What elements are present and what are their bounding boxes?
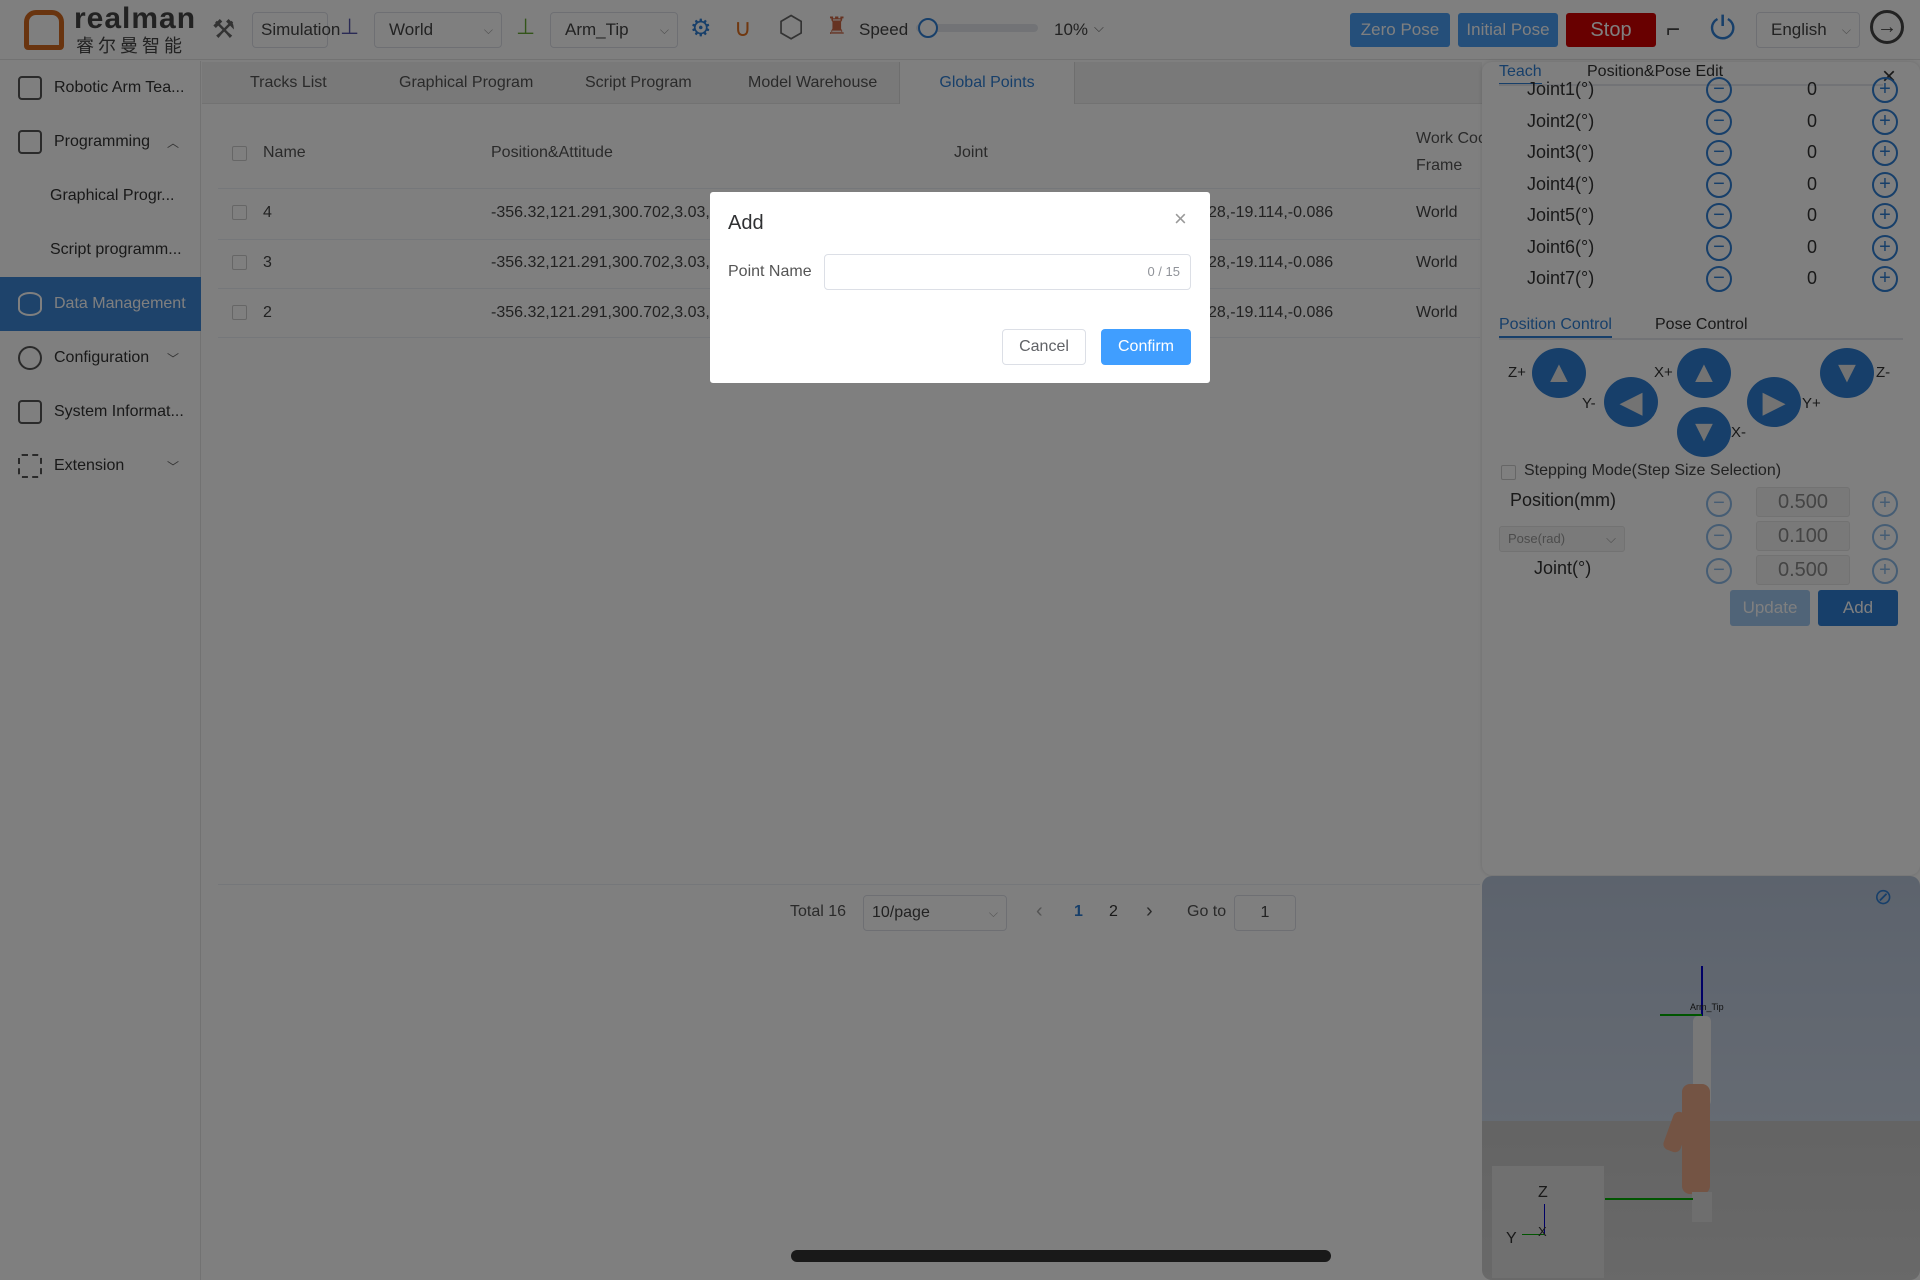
confirm-button[interactable]: Confirm	[1101, 329, 1191, 365]
add-point-dialog: Add × Point Name 0 / 15 Cancel Confirm	[710, 192, 1210, 383]
dialog-title: Add	[728, 212, 764, 234]
point-name-input[interactable]: 0 / 15	[824, 254, 1191, 290]
cancel-button[interactable]: Cancel	[1002, 329, 1086, 365]
char-counter: 0 / 15	[1147, 264, 1180, 279]
close-icon[interactable]: ×	[1174, 206, 1187, 232]
point-name-label: Point Name	[728, 263, 812, 280]
